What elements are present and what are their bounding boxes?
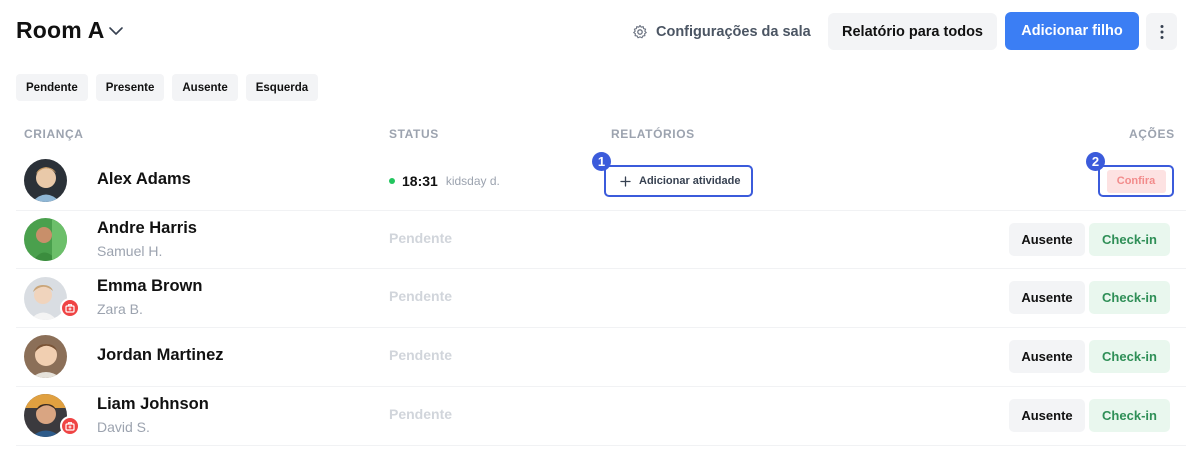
absent-button[interactable]: Ausente [1009,399,1085,432]
child-name[interactable]: Emma Brown [97,277,202,296]
add-activity-button[interactable]: Adicionar atividade [604,165,753,197]
checkin-button[interactable]: Check-in [1089,340,1170,373]
room-settings-label: Configurações da sala [656,23,811,40]
confirm-button[interactable]: Confira [1106,169,1166,193]
absent-button[interactable]: Ausente [1009,340,1085,373]
absent-button[interactable]: Ausente [1009,281,1085,314]
medical-bag-icon [60,416,80,436]
status-pending: Pendente [389,230,453,246]
status-pending: Pendente [389,347,453,363]
avatar [24,277,67,320]
avatar [24,335,67,378]
confirm-highlight: Confira [1098,165,1174,197]
absent-button[interactable]: Ausente [1009,223,1085,256]
guardian-name: David S. [97,419,150,435]
avatar [24,159,67,202]
annotation-marker: 2 [1086,152,1105,171]
table-row: Jordan Martinez Pendente Ausente Check-i… [16,328,1186,387]
add-child-button[interactable]: Adicionar filho [1005,12,1139,50]
guardian-name: Zara B. [97,301,143,317]
status-pending: Pendente [389,288,453,304]
page-header: Room A Configurações da sala Relatório p… [0,0,1200,62]
child-name[interactable]: Liam Johnson [97,395,209,414]
table-row: Andre Harris Samuel H. Pendente Ausente … [16,211,1186,269]
plus-icon [620,175,631,187]
avatar [24,218,67,261]
column-header-child: CRIANÇA [24,127,84,141]
filter-pending[interactable]: Pendente [16,74,88,101]
table-row: Emma Brown Zara B. Pendente Ausente Chec… [16,269,1186,328]
report-for-all-button[interactable]: Relatório para todos [828,13,997,50]
table-row: Liam Johnson David S. Pendente Ausente C… [16,387,1186,446]
medical-bag-icon [60,298,80,318]
filter-present[interactable]: Presente [95,74,165,101]
room-title: Room A [16,17,105,43]
status-filters: Pendente Presente Ausente Esquerda [16,74,319,101]
guardian-name: Samuel H. [97,243,163,259]
more-vertical-icon [1160,24,1163,39]
chevron-down-icon[interactable] [107,22,125,40]
present-dot [389,178,395,184]
add-activity-label: Adicionar atividade [639,175,741,187]
status-pending: Pendente [389,406,453,422]
column-header-status: STATUS [389,127,439,141]
annotation-marker: 1 [592,152,611,171]
child-name[interactable]: Andre Harris [97,219,197,238]
gear-icon [633,24,647,38]
checkin-button[interactable]: Check-in [1089,399,1170,432]
child-name[interactable]: Alex Adams [97,170,191,189]
checkin-button[interactable]: Check-in [1089,223,1170,256]
room-settings-button[interactable]: Configurações da sala [622,13,821,50]
filter-absent[interactable]: Ausente [172,74,238,101]
more-options-button[interactable] [1146,13,1177,50]
checkin-button[interactable]: Check-in [1089,281,1170,314]
checked-in-status: 18:31 kidsday d. [389,173,500,189]
filter-left[interactable]: Esquerda [245,74,319,101]
checkin-time: 18:31 [402,173,438,189]
column-header-actions: AÇÕES [1129,127,1175,141]
table-row: Alex Adams 18:31 kidsday d. Adicionar at… [16,151,1186,211]
checkin-by: kidsday d. [445,174,500,188]
column-header-reports: RELATÓRIOS [611,127,695,141]
child-name[interactable]: Jordan Martinez [97,346,224,365]
